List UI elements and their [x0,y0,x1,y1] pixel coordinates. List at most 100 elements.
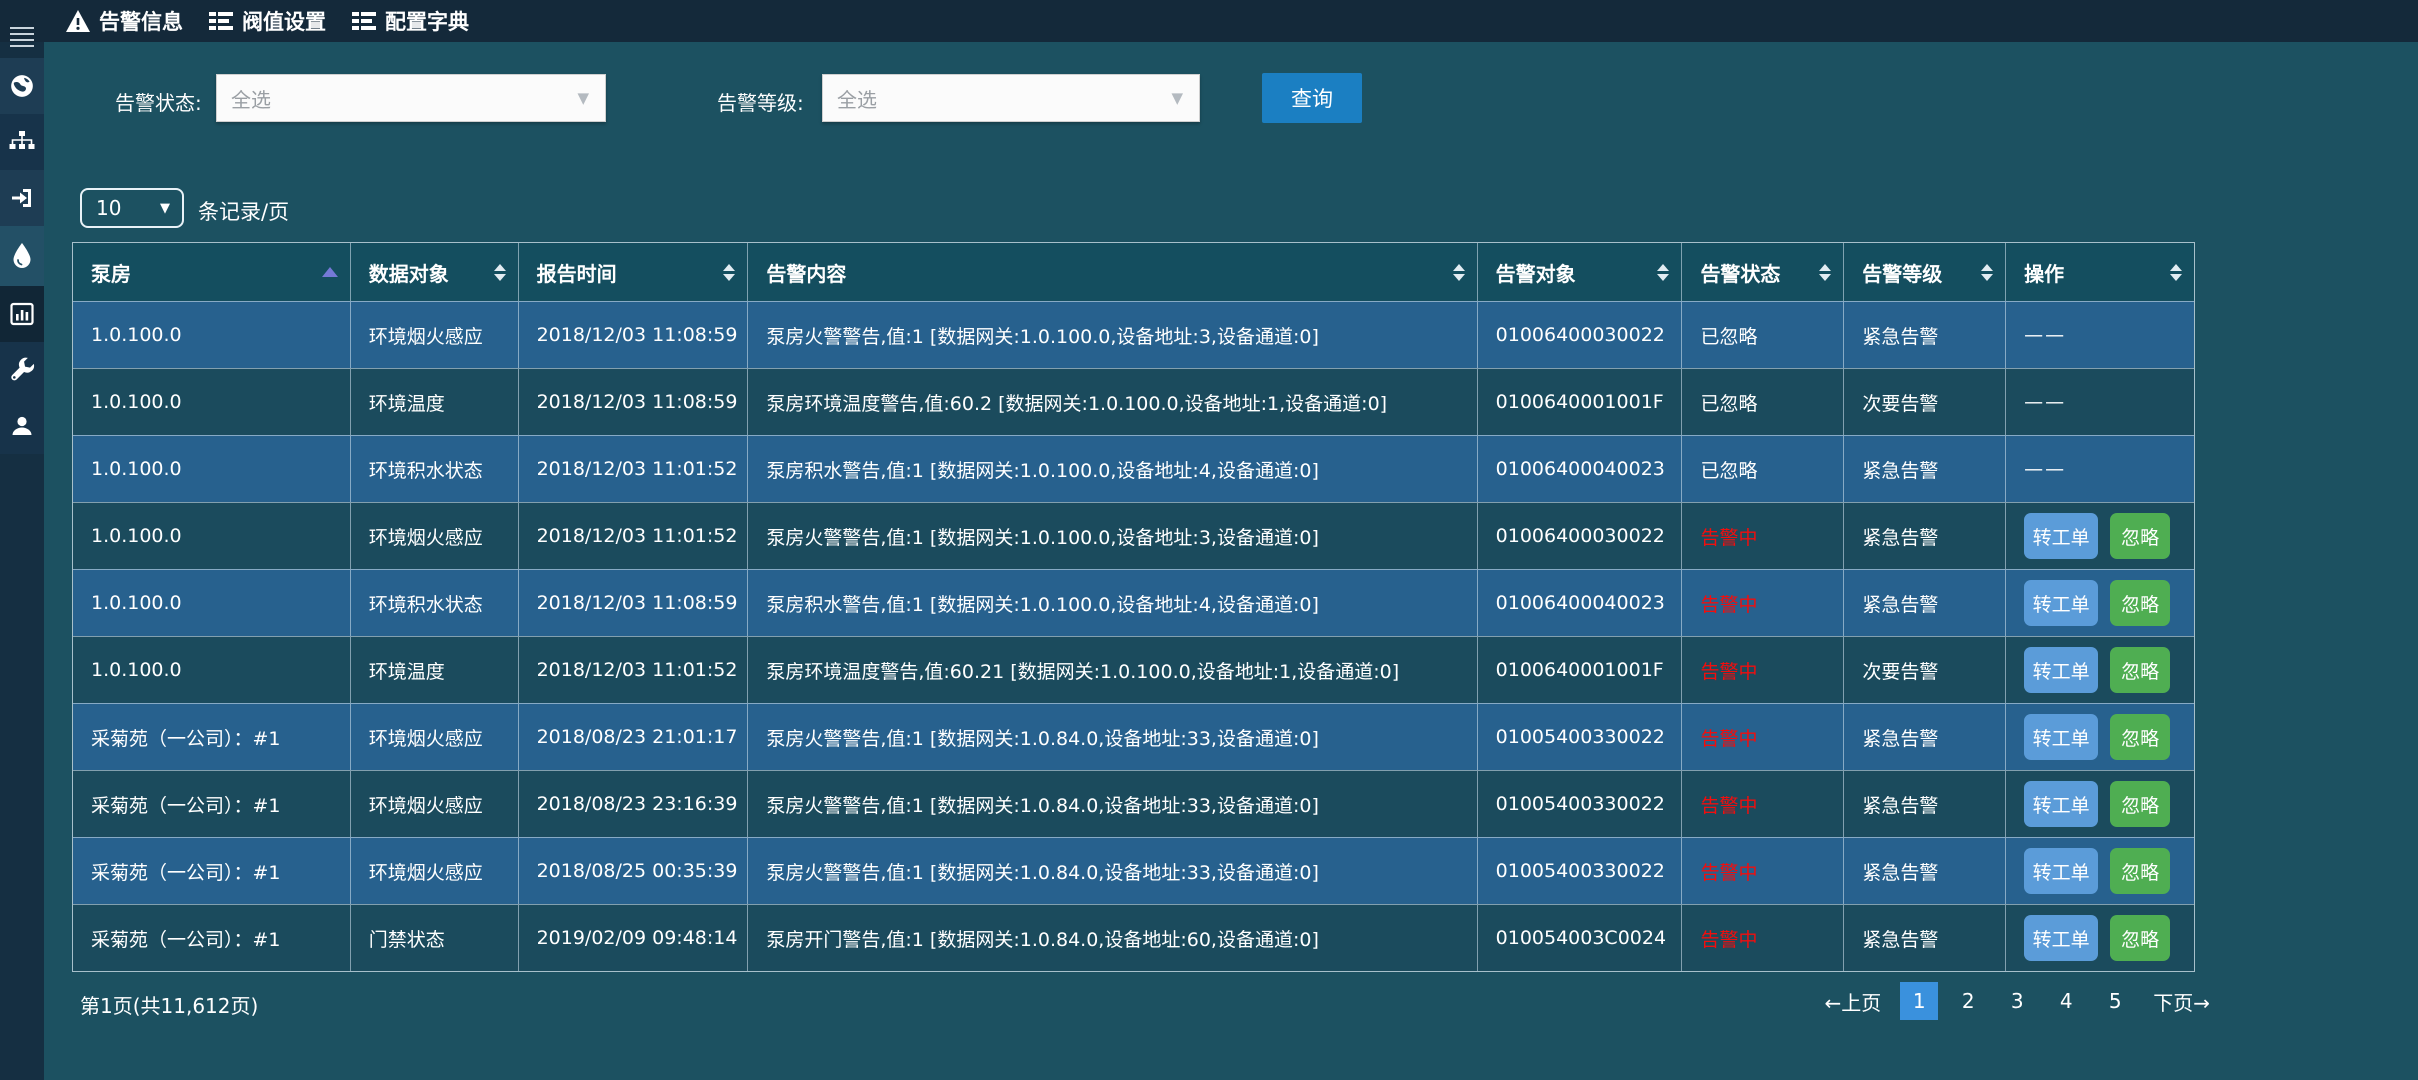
cell-time: 2019/02/09 09:48:14 [519,905,749,971]
cell-obj: 环境积水状态 [351,436,519,502]
cell-target: 0100640001001F [1478,637,1683,703]
ignore-button[interactable]: 忽略 [2110,714,2170,760]
transfer-workorder-button[interactable]: 转工单 [2024,915,2098,961]
cell-target: 01006400040023 [1478,570,1683,636]
column-header[interactable]: 报告时间 [519,243,749,301]
cell-target: 01006400030022 [1478,503,1683,569]
table-row: 1.0.100.0环境烟火感应2018/12/03 11:08:59泵房火警警告… [73,301,2194,368]
transfer-workorder-button[interactable]: 转工单 [2024,714,2098,760]
transfer-workorder-button[interactable]: 转工单 [2024,647,2098,693]
column-header-label: 泵房 [91,258,131,287]
sort-icon [1981,264,1993,281]
sign-in-icon[interactable] [0,170,44,226]
cell-pump: 1.0.100.0 [73,637,351,703]
next-page-link[interactable]: 下页→ [2145,987,2218,1016]
transfer-workorder-button[interactable]: 转工单 [2024,580,2098,626]
no-action-dash: —— [2024,324,2066,346]
column-header[interactable]: 数据对象 [351,243,519,301]
menu-icon[interactable] [0,22,44,52]
prev-page-link[interactable]: ←上页 [1816,987,1889,1016]
page-size-value: 10 [96,196,121,220]
cell-target: 0100640001001F [1478,369,1683,435]
page-number-button[interactable]: 4 [2047,982,2085,1020]
table-row: 采菊苑（一公司）：#1环境烟火感应2018/08/23 21:01:17泵房火警… [73,703,2194,770]
cell-status: 告警中 [1682,771,1844,837]
water-drop-icon[interactable] [0,226,44,286]
nav-item-config-dictionary[interactable]: 配置字典 [352,6,469,36]
column-header[interactable]: 告警等级 [1844,243,2006,301]
cell-level: 紧急告警 [1844,905,2006,971]
sitemap-icon[interactable] [0,114,44,170]
sort-icon [494,264,506,281]
page-number-button[interactable]: 2 [1949,982,1987,1020]
user-icon[interactable] [0,398,44,454]
ignore-button[interactable]: 忽略 [2110,647,2170,693]
ignore-button[interactable]: 忽略 [2110,513,2170,559]
table-row: 1.0.100.0环境烟火感应2018/12/03 11:01:52泵房火警警告… [73,502,2194,569]
table-row: 1.0.100.0环境温度2018/12/03 11:01:52泵房环境温度警告… [73,636,2194,703]
alarm-level-value: 全选 [837,84,877,113]
page-number-button[interactable]: 5 [2096,982,2134,1020]
cell-obj: 环境烟火感应 [351,503,519,569]
transfer-workorder-button[interactable]: 转工单 [2024,781,2098,827]
column-header[interactable]: 告警内容 [748,243,1477,301]
table-row: 1.0.100.0环境积水状态2018/12/03 11:08:59泵房积水警告… [73,569,2194,636]
page-number-button[interactable]: 1 [1900,982,1938,1020]
cell-obj: 环境温度 [351,637,519,703]
transfer-workorder-button[interactable]: 转工单 [2024,848,2098,894]
cell-content: 泵房积水警告,值:1 [数据网关:1.0.100.0,设备地址:4,设备通道:0… [748,436,1477,502]
cell-content: 泵房火警警告,值:1 [数据网关:1.0.84.0,设备地址:33,设备通道:0… [748,838,1477,904]
cell-obj: 环境温度 [351,369,519,435]
cell-actions: —— [2006,436,2194,502]
column-header-label: 数据对象 [369,258,449,287]
no-action-dash: —— [2024,391,2066,413]
cell-target: 01005400330022 [1478,771,1683,837]
cell-status: 已忽略 [1682,302,1844,368]
page-size-label: 条记录/页 [198,196,289,226]
cell-pump: 1.0.100.0 [73,436,351,502]
cell-level: 次要告警 [1844,637,2006,703]
list-icon [209,11,233,31]
globe-icon[interactable] [0,58,44,114]
cell-actions: 转工单忽略 [2006,704,2194,770]
warning-triangle-icon [66,10,90,32]
list-icon [352,11,376,31]
table-row: 1.0.100.0环境积水状态2018/12/03 11:01:52泵房积水警告… [73,435,2194,502]
ignore-button[interactable]: 忽略 [2110,781,2170,827]
cell-actions: —— [2006,302,2194,368]
cell-target: 01005400330022 [1478,838,1683,904]
table-row: 1.0.100.0环境温度2018/12/03 11:08:59泵房环境温度警告… [73,368,2194,435]
cell-pump: 1.0.100.0 [73,503,351,569]
alarm-level-select[interactable]: 全选 ▼ [822,74,1200,122]
column-header[interactable]: 泵房 [73,243,351,301]
cell-status: 告警中 [1682,637,1844,703]
alarm-level-label: 告警等级: [717,87,804,116]
wrench-icon[interactable] [0,342,44,398]
cell-pump: 1.0.100.0 [73,369,351,435]
search-button[interactable]: 查询 [1262,73,1362,123]
ignore-button[interactable]: 忽略 [2110,915,2170,961]
column-header[interactable]: 告警对象 [1478,243,1683,301]
cell-level: 紧急告警 [1844,436,2006,502]
cell-level: 紧急告警 [1844,302,2006,368]
cell-content: 泵房环境温度警告,值:60.21 [数据网关:1.0.100.0,设备地址:1,… [748,637,1477,703]
column-header[interactable]: 告警状态 [1682,243,1844,301]
nav-item-threshold-settings[interactable]: 阀值设置 [209,6,326,36]
column-header-label: 告警对象 [1496,258,1576,287]
cell-level: 紧急告警 [1844,838,2006,904]
bar-chart-icon[interactable] [0,286,44,342]
ignore-button[interactable]: 忽略 [2110,848,2170,894]
cell-status: 已忽略 [1682,436,1844,502]
transfer-workorder-button[interactable]: 转工单 [2024,513,2098,559]
page-size-select[interactable]: 10 ▼ [80,188,184,228]
cell-time: 2018/08/23 21:01:17 [519,704,749,770]
ignore-button[interactable]: 忽略 [2110,580,2170,626]
page-number-button[interactable]: 3 [1998,982,2036,1020]
sort-icon [1453,264,1465,281]
nav-item-alarm-info[interactable]: 告警信息 [66,6,183,36]
cell-actions: 转工单忽略 [2006,771,2194,837]
cell-obj: 环境积水状态 [351,570,519,636]
alarm-status-select[interactable]: 全选 ▼ [216,74,606,122]
column-header-label: 报告时间 [537,258,617,287]
column-header[interactable]: 操作 [2006,243,2194,301]
